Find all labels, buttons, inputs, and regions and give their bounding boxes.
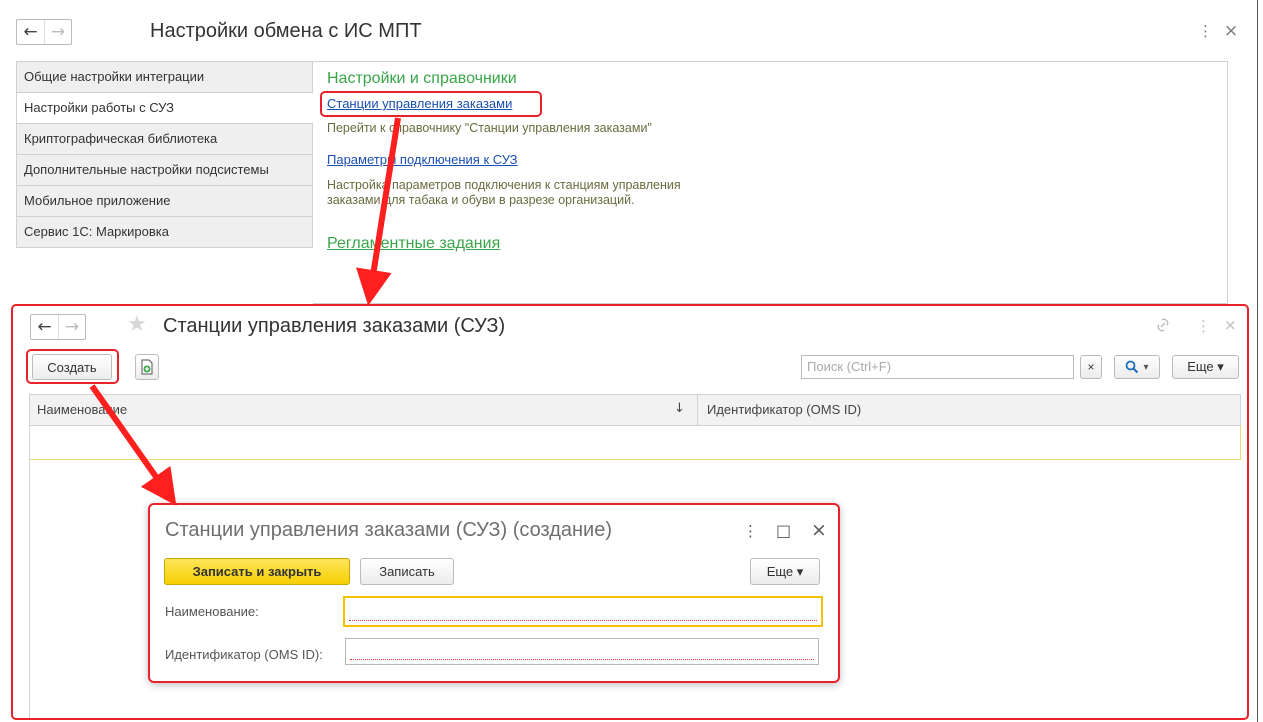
- menu-item-suz[interactable]: Настройки работы с СУЗ: [17, 93, 313, 124]
- list-close-icon[interactable]: ×: [1224, 316, 1237, 334]
- name-input[interactable]: [343, 596, 823, 627]
- table-row[interactable]: [29, 426, 1241, 460]
- main-nav-group: ← →: [16, 19, 72, 45]
- field-label-name: Наименование:: [165, 604, 259, 619]
- copy-document-button[interactable]: [135, 354, 159, 380]
- link-connection-params-desc-1: Настройка параметров подключения к станц…: [327, 178, 681, 192]
- list-back-arrow-icon[interactable]: ←: [31, 315, 58, 339]
- table-left-border: [29, 426, 30, 718]
- column-header-oms-id[interactable]: Идентификатор (OMS ID): [707, 402, 861, 417]
- link-connection-params-desc-2: заказами для табака и обуви в разрезе ор…: [327, 193, 635, 207]
- search-icon: [1126, 360, 1139, 374]
- menu-item-additional[interactable]: Дополнительные настройки подсистемы: [17, 155, 313, 186]
- save-button[interactable]: Записать: [360, 558, 454, 585]
- copy-document-icon: [141, 359, 153, 375]
- column-header-name[interactable]: Наименование: [37, 402, 127, 417]
- favorite-star-icon[interactable]: ★: [127, 312, 147, 337]
- more-vertical-icon[interactable]: ⋮: [1198, 22, 1213, 40]
- window-title: Настройки обмена с ИС МПТ: [150, 20, 422, 42]
- close-icon[interactable]: ×: [1224, 21, 1238, 41]
- maximize-icon[interactable]: □: [776, 521, 791, 540]
- save-and-close-button[interactable]: Записать и закрыть: [164, 558, 350, 585]
- dialog-close-icon[interactable]: ×: [811, 519, 827, 541]
- section-title-settings: Настройки и справочники: [327, 70, 517, 87]
- oms-id-input[interactable]: [345, 638, 819, 665]
- link-scheduled-jobs[interactable]: Регламентные задания: [327, 235, 500, 253]
- list-window-title: Станции управления заказами (СУЗ): [163, 315, 506, 337]
- link-chain-icon[interactable]: [1154, 316, 1172, 339]
- table-header: [29, 394, 1241, 426]
- sort-down-icon[interactable]: ↓: [674, 401, 685, 416]
- menu-item-marking-service[interactable]: Сервис 1С: Маркировка: [17, 217, 313, 248]
- dialog-more-vertical-icon[interactable]: ⋮: [743, 522, 758, 540]
- link-order-stations-desc: Перейти к справочнику "Станции управлени…: [327, 121, 652, 135]
- search-button[interactable]: ▾: [1114, 355, 1160, 379]
- list-more-vertical-icon[interactable]: ⋮: [1196, 317, 1211, 335]
- settings-left-menu: Общие настройки интеграции Настройки раб…: [16, 61, 313, 248]
- list-forward-arrow-icon[interactable]: →: [58, 315, 85, 339]
- highlight-create-button: [26, 349, 119, 384]
- list-more-button[interactable]: Еще ▾: [1172, 355, 1239, 379]
- dialog-more-button[interactable]: Еще ▾: [750, 558, 820, 585]
- search-input[interactable]: Поиск (Ctrl+F): [801, 355, 1074, 379]
- menu-item-general[interactable]: Общие настройки интеграции: [17, 62, 313, 93]
- dialog-title: Станции управления заказами (СУЗ) (созда…: [165, 519, 613, 541]
- menu-item-crypto[interactable]: Криптографическая библиотека: [17, 124, 313, 155]
- list-nav-group: ← →: [30, 314, 86, 340]
- highlight-link-order-stations: [320, 91, 542, 117]
- search-dropdown-caret: ▾: [1143, 361, 1149, 373]
- forward-arrow-icon[interactable]: →: [44, 20, 71, 44]
- menu-item-mobile[interactable]: Мобильное приложение: [17, 186, 313, 217]
- link-connection-params[interactable]: Параметры подключения к СУЗ: [327, 152, 518, 167]
- field-label-oms-id: Идентификатор (OMS ID):: [165, 647, 323, 662]
- column-divider: [697, 395, 698, 425]
- search-clear-button[interactable]: ×: [1080, 355, 1102, 379]
- back-arrow-icon[interactable]: ←: [17, 20, 44, 44]
